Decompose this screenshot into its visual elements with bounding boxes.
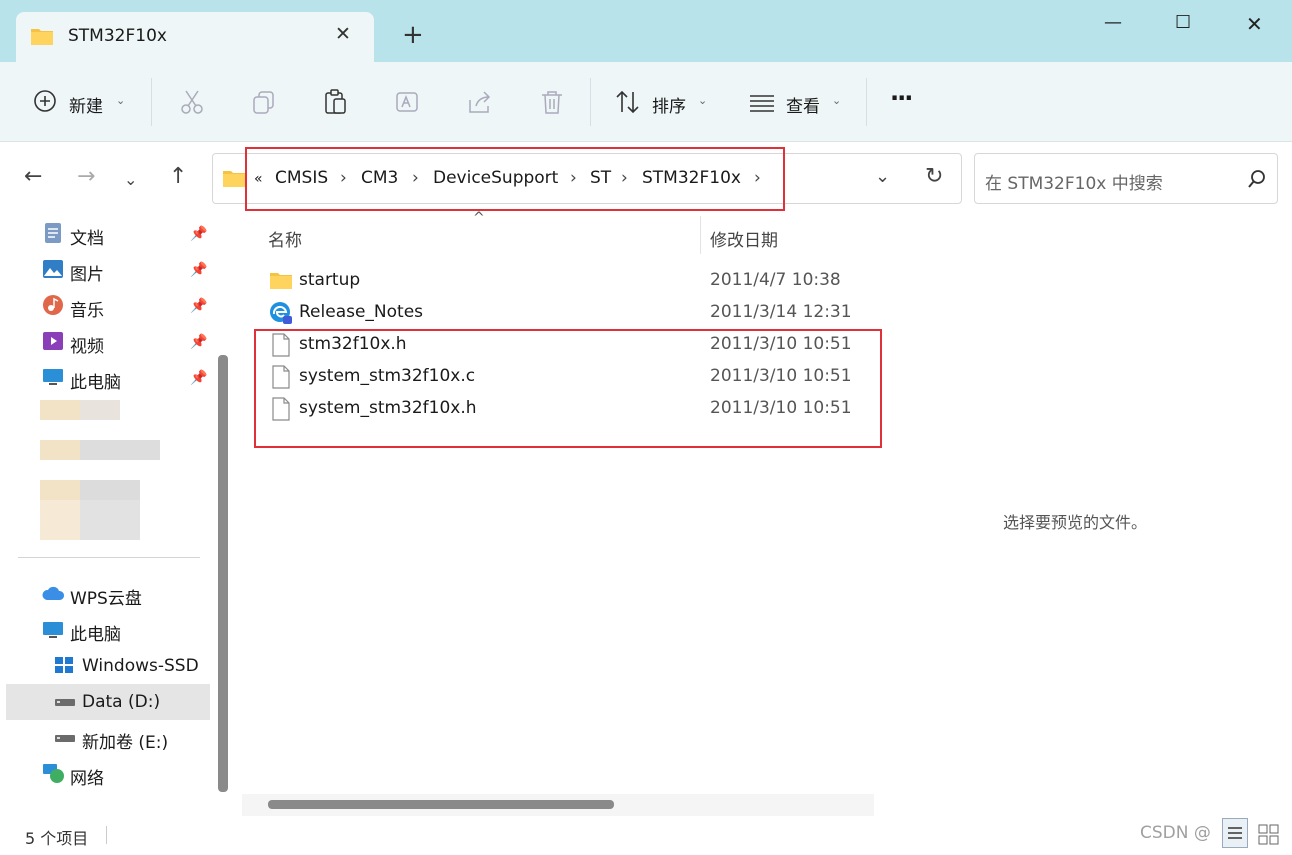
new-tab-button[interactable]: + xyxy=(402,20,424,50)
divider xyxy=(590,78,591,126)
paste-icon[interactable] xyxy=(322,88,350,116)
new-button[interactable]: 新建 xyxy=(69,92,103,117)
file-name[interactable]: Release_Notes xyxy=(299,302,423,322)
nav-item-windows-ssd[interactable] xyxy=(54,655,76,681)
sort-indicator-icon: ^ xyxy=(473,210,485,226)
copy-icon[interactable] xyxy=(250,88,278,116)
documents-icon xyxy=(45,223,61,243)
drive-icon xyxy=(55,735,75,742)
pin-icon[interactable]: 📌 xyxy=(190,370,207,386)
pictures-icon xyxy=(43,260,63,278)
chevron-down-icon: ⌄ xyxy=(116,94,126,107)
search-icon[interactable] xyxy=(1246,168,1268,190)
column-header-modified[interactable]: 修改日期 xyxy=(710,226,778,251)
folder-icon xyxy=(270,273,292,289)
pin-icon[interactable]: 📌 xyxy=(190,298,207,314)
close-tab-button[interactable]: ✕ xyxy=(335,23,351,45)
nav-item-network[interactable] xyxy=(42,762,66,788)
share-icon[interactable] xyxy=(466,88,494,116)
nav-label-documents[interactable]: 文档 xyxy=(70,224,104,249)
add-circle-icon xyxy=(34,90,56,112)
nav-label-this-pc-quick[interactable]: 此电脑 xyxy=(70,368,121,393)
status-divider xyxy=(106,826,107,844)
search-placeholder: 在 STM32F10x 中搜索 xyxy=(985,174,1163,194)
nav-label-music[interactable]: 音乐 xyxy=(70,296,104,321)
cut-icon[interactable] xyxy=(178,88,206,116)
divider xyxy=(866,78,867,126)
nav-item-this-pc-quick[interactable] xyxy=(42,366,64,392)
details-view-button[interactable] xyxy=(1222,818,1248,848)
computer-icon xyxy=(43,622,63,638)
recent-locations-button[interactable]: ⌄ xyxy=(124,170,137,189)
column-header-name[interactable]: 名称 xyxy=(268,226,302,251)
nav-item-documents[interactable] xyxy=(42,222,64,248)
column-divider[interactable] xyxy=(700,216,701,254)
nav-label-videos[interactable]: 视频 xyxy=(70,332,104,357)
minimize-button[interactable]: — xyxy=(1104,12,1122,33)
divider xyxy=(151,78,152,126)
file-date: 2011/4/7 10:38 xyxy=(710,270,841,290)
nav-item-videos[interactable] xyxy=(42,330,64,356)
back-button[interactable]: ← xyxy=(24,164,42,189)
preview-message: 选择要预览的文件。 xyxy=(1003,513,1148,532)
edge-html-icon xyxy=(270,302,292,324)
nav-label-network[interactable]: 网络 xyxy=(70,764,104,789)
blurred-content xyxy=(40,400,160,540)
highlight-box-path xyxy=(245,147,785,211)
cloud-icon xyxy=(42,586,65,600)
nav-scrollbar[interactable] xyxy=(218,355,228,792)
nav-label-new-volume-e[interactable]: 新加卷 (E:) xyxy=(82,728,168,753)
more-options-button[interactable]: ··· xyxy=(890,84,913,112)
pin-icon[interactable]: 📌 xyxy=(190,226,207,242)
file-name[interactable]: startup xyxy=(299,270,360,290)
refresh-icon[interactable]: ↻ xyxy=(925,164,943,189)
rename-icon[interactable] xyxy=(394,88,422,116)
delete-icon[interactable] xyxy=(538,88,566,116)
view-button[interactable]: 查看 xyxy=(786,92,820,117)
file-date: 2011/3/14 12:31 xyxy=(710,302,852,322)
chevron-down-icon: ⌄ xyxy=(832,94,842,107)
nav-label-pictures[interactable]: 图片 xyxy=(70,260,104,285)
network-icon xyxy=(43,764,64,783)
folder-icon xyxy=(31,29,53,45)
up-button[interactable]: ↑ xyxy=(169,164,187,189)
chevron-down-icon: ⌄ xyxy=(698,94,708,107)
details-view-icon xyxy=(1228,827,1242,839)
computer-icon xyxy=(43,369,63,385)
highlight-box-files xyxy=(254,329,882,448)
pin-icon[interactable]: 📌 xyxy=(190,262,207,278)
sort-button[interactable]: 排序 xyxy=(652,92,686,117)
nav-divider xyxy=(18,557,200,558)
nav-label-windows-ssd[interactable]: Windows-SSD xyxy=(82,656,199,676)
address-dropdown-button[interactable]: ⌄ xyxy=(875,166,890,187)
forward-button[interactable]: → xyxy=(77,164,95,189)
folder-icon xyxy=(223,171,245,187)
nav-label-this-pc[interactable]: 此电脑 xyxy=(70,620,121,645)
maximize-button[interactable]: ☐ xyxy=(1175,12,1191,33)
watermark: CSDN @ xyxy=(1140,823,1211,843)
pin-icon[interactable]: 📌 xyxy=(190,334,207,350)
tiles-view-icon[interactable] xyxy=(1256,822,1282,846)
nav-item-pictures[interactable] xyxy=(42,258,64,284)
nav-label-data-d[interactable]: Data (D:) xyxy=(82,692,160,712)
windows-drive-icon xyxy=(55,657,73,673)
tab-title: STM32F10x xyxy=(68,26,167,46)
status-item-count: 5 个项目 xyxy=(25,829,89,848)
nav-item-wps-cloud[interactable] xyxy=(42,583,66,607)
view-list-icon xyxy=(750,95,774,112)
sort-icon xyxy=(616,90,639,114)
nav-label-wps-cloud[interactable]: WPS云盘 xyxy=(70,584,142,609)
nav-item-this-pc[interactable] xyxy=(42,619,64,645)
nav-item-music[interactable] xyxy=(42,294,64,320)
close-window-button[interactable]: ✕ xyxy=(1246,12,1263,36)
horizontal-scrollbar-thumb[interactable] xyxy=(268,800,614,809)
videos-icon xyxy=(43,332,63,350)
music-icon xyxy=(43,295,63,315)
drive-icon xyxy=(55,699,75,706)
